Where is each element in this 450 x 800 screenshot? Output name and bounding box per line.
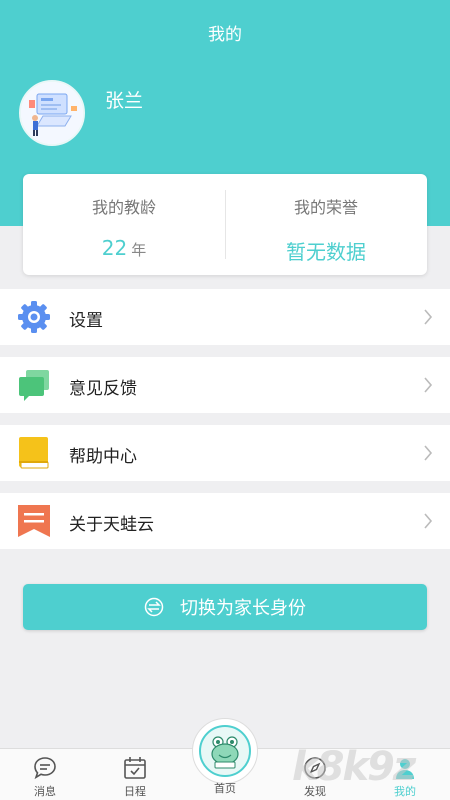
tab-label: 消息 [34, 785, 56, 798]
honors-value: 暂无数据 [286, 240, 366, 264]
menu-item-label: 帮助中心 [69, 447, 137, 467]
switch-icon [144, 597, 164, 617]
bookmark-icon [18, 505, 50, 537]
tab-home-label: 首页 [214, 782, 236, 795]
chevron-right-icon [424, 377, 433, 393]
avatar[interactable] [19, 80, 85, 146]
menu-item-about[interactable]: 关于天蛙云 [0, 493, 450, 549]
honors-stat[interactable]: 我的荣誉 暂无数据 [225, 174, 427, 275]
teaching-years-label: 我的教龄 [91, 198, 156, 217]
teaching-years-value: 22 [101, 236, 128, 260]
honors-label: 我的荣誉 [293, 198, 358, 217]
tab-label: 日程 [124, 785, 146, 798]
switch-to-parent-button[interactable]: 切换为家长身份 [23, 584, 427, 630]
home-frog-icon [199, 725, 251, 777]
chevron-right-icon [424, 445, 433, 461]
gear-icon [18, 301, 50, 333]
page-title: 我的 [208, 25, 242, 45]
calendar-icon [124, 757, 146, 779]
book-icon [19, 437, 49, 469]
menu-item-help-center[interactable]: 帮助中心 [0, 425, 450, 481]
menu-item-label: 意见反馈 [69, 379, 137, 399]
tab-home[interactable] [192, 718, 258, 784]
teaching-years-stat[interactable]: 我的教龄 22 年 [23, 174, 225, 275]
username: 张兰 [105, 90, 144, 112]
stats-card: 我的教龄 22 年 我的荣誉 暂无数据 [23, 174, 427, 275]
switch-button-label: 切换为家长身份 [180, 598, 306, 619]
avatar-illustration [21, 82, 83, 144]
menu-item-label: 关于天蛙云 [69, 515, 154, 535]
menu-item-settings[interactable]: 设置 [0, 289, 450, 345]
teaching-years-unit: 年 [131, 241, 147, 259]
menu-item-feedback[interactable]: 意见反馈 [0, 357, 450, 413]
feedback-icon [19, 370, 49, 401]
menu-item-label: 设置 [69, 311, 103, 331]
teaching-years-value-wrap: 22 年 [23, 236, 225, 260]
frog-illustration [211, 736, 239, 769]
chevron-right-icon [424, 513, 433, 529]
tab-messages[interactable]: 消息 [0, 749, 90, 800]
message-icon [34, 757, 56, 780]
tab-schedule[interactable]: 日程 [90, 749, 180, 800]
site-watermark: k8k9z [292, 744, 416, 790]
chevron-right-icon [424, 309, 433, 325]
